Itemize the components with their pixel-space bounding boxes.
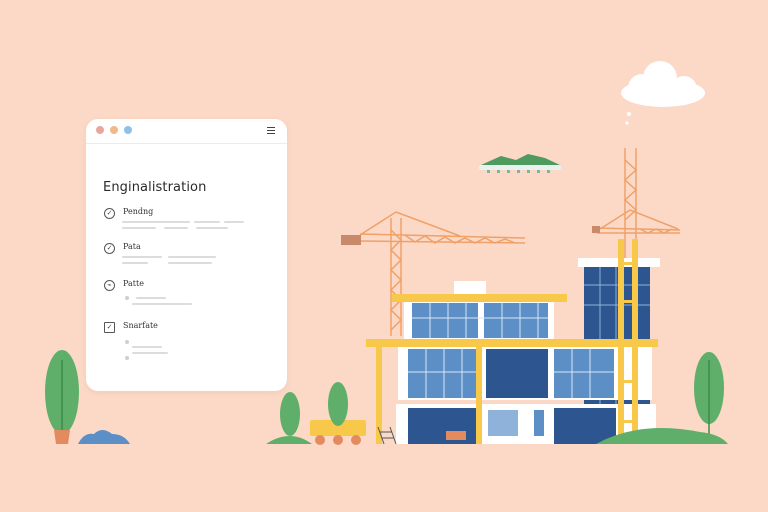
- circle-check-icon: ✓: [104, 243, 115, 254]
- plant-left-pot: [45, 350, 79, 444]
- list-item-label: Pata: [123, 242, 141, 251]
- close-button[interactable]: [96, 126, 104, 134]
- placeholder-line: [164, 227, 188, 229]
- plant-right: [694, 352, 724, 440]
- placeholder-line: [122, 262, 148, 264]
- placeholder-line: [122, 221, 190, 223]
- window-titlebar: [86, 119, 287, 143]
- shrub-small: [266, 392, 312, 444]
- list-item-label: Patte: [123, 279, 144, 288]
- list-item-label: Snarfate: [123, 321, 158, 330]
- placeholder-line: [122, 227, 156, 229]
- bullet-dot: [125, 356, 129, 360]
- circle-arrow-icon: ⌁: [104, 280, 115, 291]
- floating-island-icon: [479, 154, 561, 173]
- bullet-dot: [125, 296, 129, 300]
- placeholder-line: [132, 352, 168, 354]
- placeholder-line: [168, 262, 212, 264]
- window-heading: Enginalistration: [103, 180, 207, 195]
- placeholder-line: [122, 256, 162, 258]
- placeholder-line: [224, 221, 244, 223]
- minimize-button[interactable]: [110, 126, 118, 134]
- placeholder-line: [132, 346, 162, 348]
- cloud-icon: [621, 61, 705, 125]
- placeholder-line: [136, 297, 166, 299]
- app-window: Enginalistration ✓ Pendng ✓ Pata ⌁ Patte…: [86, 119, 287, 391]
- crane-counterweight: [341, 235, 361, 245]
- circle-check-icon: ✓: [104, 208, 115, 219]
- hamburger-icon[interactable]: [267, 127, 275, 134]
- shrub-small-2: [328, 382, 348, 426]
- placeholder-line: [196, 227, 228, 229]
- placeholder-line: [194, 221, 220, 223]
- maximize-button[interactable]: [124, 126, 132, 134]
- titlebar-divider: [86, 143, 287, 144]
- bullet-dot: [125, 340, 129, 344]
- crane-counterweight-right: [592, 226, 600, 233]
- square-check-icon: ✓: [104, 322, 115, 333]
- placeholder-line: [132, 303, 192, 305]
- bush-blue: [78, 430, 130, 444]
- placeholder-line: [168, 256, 216, 258]
- list-item-label: Pendng: [123, 207, 154, 216]
